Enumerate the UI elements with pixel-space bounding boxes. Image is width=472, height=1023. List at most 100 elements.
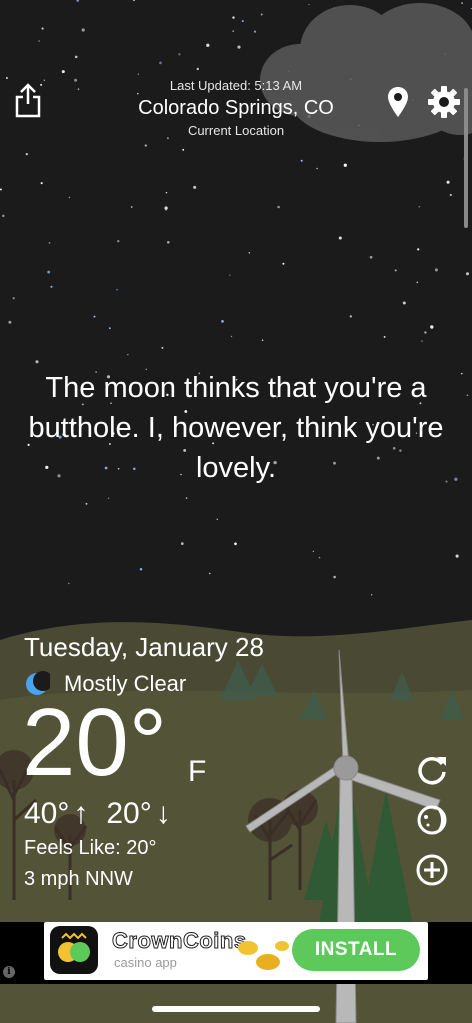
star [107, 497, 110, 500]
temperature-row: 20° F [22, 695, 324, 791]
star [248, 252, 251, 254]
refresh-icon [418, 756, 446, 785]
star [178, 53, 181, 56]
star [343, 163, 347, 167]
star [253, 30, 257, 33]
home-indicator[interactable] [152, 1006, 320, 1012]
star [232, 16, 235, 19]
star [137, 73, 140, 75]
star [161, 346, 164, 349]
settings-button[interactable] [426, 84, 462, 120]
refresh-button[interactable] [414, 752, 450, 788]
weather-quote: The moon thinks that you're a butthole. … [28, 372, 444, 484]
star [61, 70, 65, 74]
star [232, 30, 235, 33]
star [338, 236, 342, 240]
star [108, 327, 111, 330]
scroll-indicator[interactable] [464, 88, 468, 228]
star [369, 255, 373, 259]
star [230, 335, 233, 338]
ad-app-subtitle: casino app [114, 955, 177, 970]
low-temp: 20° [106, 797, 152, 830]
current-location-label: Current Location [187, 123, 285, 138]
down-arrow-icon: ↓ [155, 797, 171, 830]
star [25, 152, 28, 156]
star [394, 269, 397, 272]
star [38, 40, 40, 42]
star [117, 240, 120, 243]
up-arrow-icon: ↑ [73, 797, 89, 830]
location-pin-icon [388, 87, 408, 117]
star [0, 188, 2, 191]
star [93, 315, 96, 318]
star [50, 285, 53, 288]
star [159, 61, 162, 65]
star [430, 325, 434, 329]
star [449, 193, 452, 197]
star [85, 502, 88, 505]
coin-logo-icon [58, 932, 90, 962]
ad-app-name: CrownCoins [112, 928, 247, 954]
star [74, 55, 78, 59]
star [144, 144, 147, 147]
coins-icon [238, 941, 289, 970]
star [180, 542, 184, 545]
feels-like: Feels Like: 20° [24, 837, 157, 859]
star [454, 477, 458, 481]
star [418, 205, 421, 208]
star [165, 191, 168, 194]
star [229, 274, 231, 276]
star [316, 167, 318, 170]
high-temp: 40° [24, 797, 70, 830]
star [333, 575, 336, 579]
star [434, 268, 438, 272]
ad-app-icon[interactable] [50, 926, 98, 974]
moon-phase-button[interactable] [414, 802, 450, 838]
star [349, 315, 352, 318]
star [370, 594, 373, 596]
ad-info-icon[interactable]: i [3, 966, 15, 978]
install-button[interactable]: INSTALL [292, 929, 420, 971]
star [260, 13, 263, 16]
star [237, 45, 241, 49]
moon-phase-icon [417, 805, 447, 835]
star [234, 542, 237, 546]
star [164, 206, 168, 210]
star [68, 196, 71, 199]
ad-banner[interactable]: CrownCoins casino app INSTALL [44, 922, 428, 980]
star [12, 297, 15, 300]
star [208, 572, 211, 575]
star [221, 320, 224, 323]
star [196, 67, 200, 71]
star [116, 289, 118, 291]
star [8, 320, 12, 324]
star [300, 159, 303, 162]
star [35, 360, 39, 364]
star [312, 550, 315, 553]
star [277, 205, 280, 209]
location-button[interactable] [384, 84, 412, 120]
weather-summary: Tuesday, January 28 Mostly Clear 20° F 4… [22, 632, 324, 891]
star [417, 248, 420, 251]
star [421, 340, 423, 342]
high-low: 40° ↑ 20° ↓ [24, 797, 324, 831]
star [446, 180, 450, 184]
star [48, 242, 51, 244]
star [81, 28, 85, 32]
temperature-unit[interactable]: F [188, 755, 206, 789]
current-temperature: 20° [22, 689, 168, 796]
star [2, 214, 5, 218]
add-button[interactable] [414, 852, 450, 888]
star [130, 206, 133, 208]
star [460, 372, 463, 375]
star [261, 339, 264, 342]
star [318, 556, 321, 559]
gear-icon [428, 86, 460, 118]
star [193, 185, 197, 189]
star [282, 262, 285, 265]
star [308, 3, 310, 6]
star [216, 518, 219, 521]
star [424, 331, 427, 334]
star [166, 240, 170, 244]
star [185, 497, 188, 499]
